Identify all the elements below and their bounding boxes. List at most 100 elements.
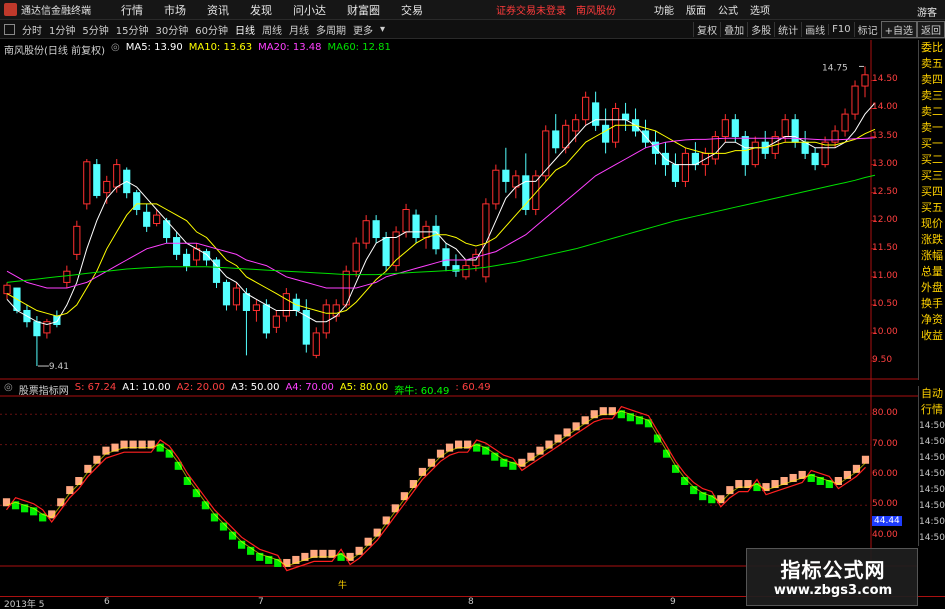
candle-down bbox=[502, 169, 510, 182]
period-60min[interactable]: 60分钟 bbox=[195, 22, 228, 37]
sidebar-item[interactable]: 买四 bbox=[919, 184, 945, 200]
period-more[interactable]: 更多 bbox=[353, 22, 373, 37]
menu-quotes[interactable]: 行情 bbox=[121, 2, 143, 18]
chevron-down-icon[interactable]: ▾ bbox=[380, 24, 385, 35]
sidebar-item[interactable]: 买五 bbox=[919, 200, 945, 216]
period-monthly[interactable]: 月线 bbox=[289, 22, 309, 37]
indicator-sidebar: 自动 行情 14:50 14:50 14:50 14:50 14:50 14:50 14:50 1… bbox=[918, 386, 945, 546]
sidebar-item[interactable]: 卖一 bbox=[919, 120, 945, 136]
indicator-sidebar-item[interactable]: 14:50 bbox=[919, 450, 945, 466]
period-multi[interactable]: 多周期 bbox=[316, 22, 346, 37]
lock-icon[interactable] bbox=[4, 23, 15, 35]
tool-overlay[interactable]: 叠加 bbox=[720, 22, 747, 37]
sidebar-item[interactable]: 收益 bbox=[919, 328, 945, 344]
candle-up bbox=[821, 141, 829, 166]
sidebar-item[interactable]: 买三 bbox=[919, 168, 945, 184]
tool-draw[interactable]: 画线 bbox=[801, 22, 828, 37]
candle-up bbox=[312, 332, 320, 356]
tool-statistics[interactable]: 统计 bbox=[774, 22, 801, 37]
sidebar-item[interactable]: 涨跌 bbox=[919, 232, 945, 248]
watermark-title: 指标公式网 bbox=[780, 558, 886, 582]
settings-icon[interactable]: ◎ bbox=[111, 42, 120, 57]
indicator-sidebar-item[interactable]: 14:50 bbox=[919, 434, 945, 450]
candle-up bbox=[751, 141, 759, 166]
candle-up bbox=[482, 203, 490, 278]
price-tick: 12.00 bbox=[872, 214, 898, 225]
candle-down bbox=[412, 214, 420, 239]
period-5min[interactable]: 5分钟 bbox=[82, 22, 108, 37]
candlestick-chart[interactable]: 14.75 9.41 bbox=[0, 40, 918, 380]
chart-title: 南风股份(日线 前复权) bbox=[4, 46, 105, 57]
period-weekly[interactable]: 周线 bbox=[262, 22, 282, 37]
menu-wealth[interactable]: 财富圈 bbox=[347, 2, 380, 18]
menu-formula[interactable]: 公式 bbox=[718, 2, 738, 17]
menu-bar: 通达信金融终端 行情 市场 资讯 发现 问小达 财富圈 交易 证券交易未登录 南… bbox=[0, 0, 945, 20]
indicator-sidebar-item[interactable]: 自动 bbox=[919, 386, 945, 402]
app-logo-icon bbox=[4, 3, 17, 16]
candle-up bbox=[841, 113, 849, 132]
candle-down bbox=[811, 152, 819, 166]
sidebar-item[interactable]: 现价 bbox=[919, 216, 945, 232]
menu-function[interactable]: 功能 bbox=[654, 2, 674, 17]
candle-down bbox=[33, 321, 41, 337]
candle-down bbox=[671, 164, 680, 182]
sidebar-item[interactable]: 买二 bbox=[919, 152, 945, 168]
indicator-sidebar-item[interactable]: 14:50 bbox=[919, 418, 945, 434]
menu-news[interactable]: 资讯 bbox=[207, 2, 229, 18]
menu-layout[interactable]: 版面 bbox=[686, 2, 706, 17]
sidebar-item[interactable]: 卖二 bbox=[919, 104, 945, 120]
indicator-sidebar-item[interactable]: 14:50 bbox=[919, 514, 945, 530]
sidebar-item[interactable]: 卖四 bbox=[919, 72, 945, 88]
indicator-sidebar-item[interactable]: 14:50 bbox=[919, 530, 945, 546]
sidebar-item[interactable]: 卖五 bbox=[919, 56, 945, 72]
candle-up bbox=[721, 119, 729, 138]
indicator-legend-item: A5: 80.00 bbox=[339, 382, 389, 393]
candle-up bbox=[352, 242, 360, 272]
indicator-sidebar-item[interactable]: 14:50 bbox=[919, 466, 945, 482]
indicator-tick: 60.00 bbox=[872, 468, 898, 479]
menu-options[interactable]: 选项 bbox=[750, 2, 770, 17]
period-30min[interactable]: 30分钟 bbox=[155, 22, 188, 37]
period-tick[interactable]: 分时 bbox=[22, 22, 42, 37]
tool-add-watchlist[interactable]: +自选 bbox=[880, 21, 917, 38]
tool-adjust[interactable]: 复权 bbox=[693, 22, 720, 37]
menu-market[interactable]: 市场 bbox=[164, 2, 186, 18]
candle-down bbox=[372, 220, 380, 239]
period-daily[interactable]: 日线 bbox=[235, 22, 255, 37]
sidebar-item[interactable]: 买一 bbox=[919, 136, 945, 152]
price-tick: 13.00 bbox=[872, 158, 898, 169]
sidebar-item[interactable]: 委比 bbox=[919, 40, 945, 56]
sidebar-item[interactable]: 总量 bbox=[919, 264, 945, 280]
tool-multi-stock[interactable]: 多股 bbox=[747, 22, 774, 37]
candle-up bbox=[3, 284, 11, 295]
period-1min[interactable]: 1分钟 bbox=[49, 22, 75, 37]
tool-mark[interactable]: 标记 bbox=[853, 22, 881, 37]
tool-back[interactable]: 返回 bbox=[917, 21, 945, 38]
indicator-current-value: 44.44 bbox=[872, 516, 902, 527]
price-tick: 12.50 bbox=[872, 186, 898, 197]
period-15min[interactable]: 15分钟 bbox=[116, 22, 149, 37]
sidebar-item[interactable]: 涨幅 bbox=[919, 248, 945, 264]
guest-user[interactable]: 游客 bbox=[917, 4, 937, 19]
tool-f10[interactable]: F10 bbox=[828, 24, 853, 35]
price-tick: 10.50 bbox=[872, 298, 898, 309]
menu-ask[interactable]: 问小达 bbox=[293, 2, 326, 18]
login-status[interactable]: 证券交易未登录 bbox=[496, 2, 566, 17]
candle-down bbox=[182, 253, 191, 267]
indicator-bar-up bbox=[861, 455, 870, 464]
sidebar-item[interactable]: 净资 bbox=[919, 312, 945, 328]
candle-down bbox=[143, 211, 151, 227]
candle-up bbox=[63, 270, 71, 283]
price-tick: 10.00 bbox=[872, 326, 898, 337]
indicator-sidebar-item[interactable]: 行情 bbox=[919, 402, 945, 418]
settings-icon[interactable]: ◎ bbox=[4, 382, 13, 397]
indicator-sidebar-item[interactable]: 14:50 bbox=[919, 498, 945, 514]
candle-up bbox=[542, 130, 550, 177]
menu-discover[interactable]: 发现 bbox=[250, 2, 272, 18]
candle-up bbox=[402, 208, 410, 233]
indicator-sidebar-item[interactable]: 14:50 bbox=[919, 482, 945, 498]
sidebar-item[interactable]: 换手 bbox=[919, 296, 945, 312]
sidebar-item[interactable]: 卖三 bbox=[919, 88, 945, 104]
sidebar-item[interactable]: 外盘 bbox=[919, 280, 945, 296]
menu-trade[interactable]: 交易 bbox=[401, 2, 423, 18]
